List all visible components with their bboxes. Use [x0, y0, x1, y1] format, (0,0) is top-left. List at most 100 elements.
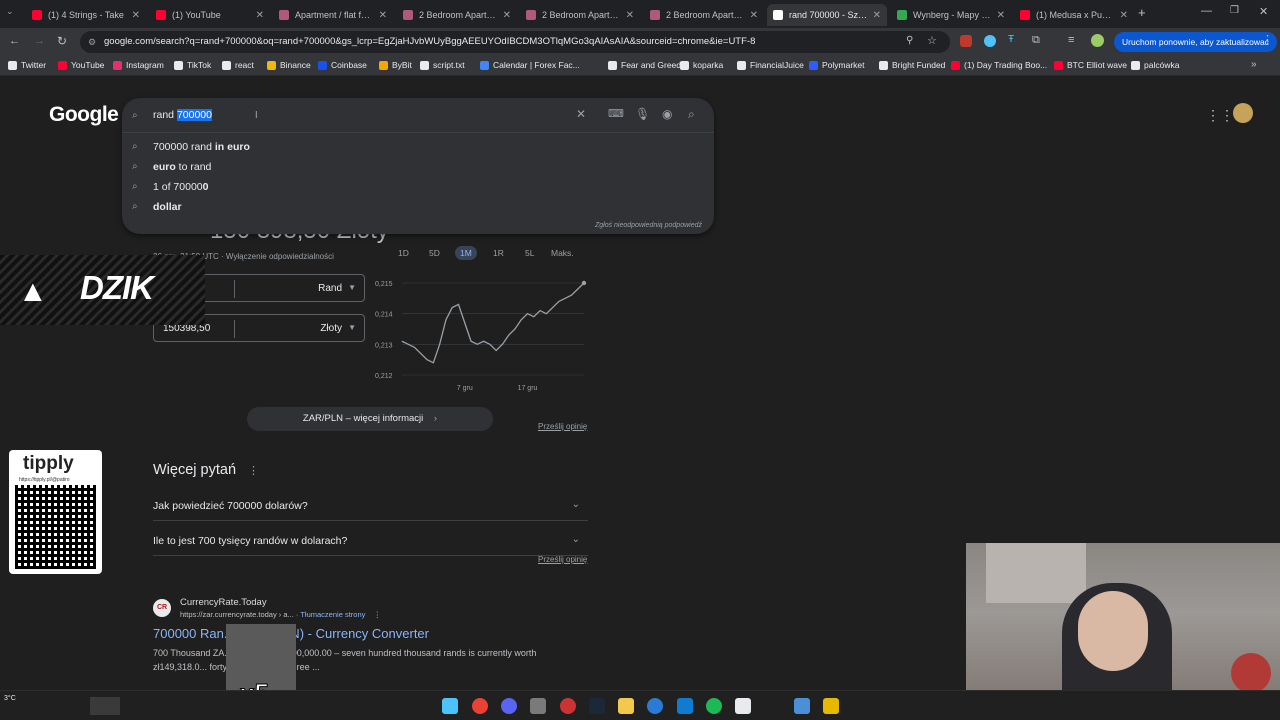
menu-dots-icon[interactable]: ⋮ — [1262, 33, 1273, 46]
profile-avatar[interactable] — [1091, 34, 1104, 47]
bookmark-item[interactable]: YouTube — [58, 60, 104, 70]
feedback-link[interactable]: Prześlij opinię — [538, 555, 587, 564]
browser-tab[interactable]: (1) Medusa x Pudzian ✕ — [1014, 4, 1134, 26]
report-suggestion-link[interactable]: Zgłoś nieodpowiednią podpowiedź — [595, 222, 702, 229]
location-icon[interactable]: ⚲ — [906, 35, 913, 46]
bookmark-item[interactable]: BTC Elliot wave — [1054, 60, 1127, 70]
browser-tab[interactable]: (1) 4 Strings - Take ✕ — [26, 4, 146, 26]
bookmark-star-icon[interactable]: ☆ — [927, 34, 937, 47]
feedback-link[interactable]: Prześlij opinię — [538, 422, 587, 431]
dropdown-arrow-icon[interactable]: ▼ — [348, 323, 356, 332]
more-options-icon[interactable]: ⋮ — [248, 465, 259, 477]
range-tab[interactable]: 1M — [455, 246, 477, 260]
site-info-icon[interactable]: ⚙ — [88, 31, 96, 53]
bookmark-item[interactable]: ByBit — [379, 60, 412, 70]
apps-grid-icon[interactable]: ⋮⋮ — [1206, 107, 1234, 124]
paa-question[interactable]: Ile to jest 700 tysięcy randów w dolarac… — [153, 522, 588, 556]
dropdown-arrow-icon[interactable]: ▼ — [348, 283, 356, 292]
chevron-down-icon[interactable]: ⌄ — [572, 534, 580, 545]
range-tab[interactable]: Maks. — [546, 246, 579, 260]
extension-icon[interactable] — [960, 35, 972, 47]
forward-icon[interactable]: → — [34, 35, 45, 47]
discord-taskbar-icon[interactable] — [501, 698, 517, 714]
exchange-rate-chart[interactable]: 0,215 0,214 0,213 0,212 7 gru 17 gru — [372, 273, 592, 393]
close-tab-icon[interactable]: ✕ — [873, 10, 881, 21]
browser-tab[interactable]: Apartment / flat for s ✕ — [273, 4, 393, 26]
browser-tab[interactable]: (1) YouTube ✕ — [150, 4, 270, 26]
app-taskbar-icon[interactable] — [735, 698, 751, 714]
from-currency-select[interactable]: Rand — [318, 283, 342, 294]
bookmark-item[interactable]: Polymarket — [809, 60, 865, 70]
search-submit-icon[interactable]: ⌕ — [688, 107, 695, 122]
browser-tab[interactable]: 2 Bedroom Apartme ✕ — [520, 4, 640, 26]
extension-icon[interactable] — [984, 35, 996, 47]
steam-taskbar-icon[interactable] — [589, 698, 605, 714]
chrome-taskbar-icon[interactable] — [472, 698, 488, 714]
close-tab-icon[interactable]: ✕ — [503, 10, 511, 21]
search-box[interactable]: ⌕ rand 700000 I ✕ ⌨ 🎙 ◉ ⌕ ⌕ 700000 rand i… — [122, 98, 714, 234]
bookmark-item[interactable]: Twitter — [8, 60, 46, 70]
weather-widget[interactable]: 3°C — [4, 695, 16, 702]
app-taskbar-icon[interactable] — [560, 698, 576, 714]
extension-icon[interactable]: Ŧ — [1008, 34, 1014, 45]
search-suggestion[interactable]: 700000 rand in euro — [153, 141, 250, 153]
app-taskbar-icon[interactable] — [823, 698, 839, 714]
more-bookmarks-icon[interactable]: » — [1251, 59, 1257, 70]
spotify-taskbar-icon[interactable] — [706, 698, 722, 714]
bookmark-item[interactable]: script.txt — [420, 60, 465, 70]
search-input[interactable]: rand 700000 I — [153, 109, 258, 121]
bookmark-item[interactable]: TikTok — [174, 60, 211, 70]
close-tab-icon[interactable]: ✕ — [132, 10, 140, 21]
range-tab[interactable]: 5L — [520, 246, 539, 260]
to-currency-select[interactable]: Złoty — [320, 323, 342, 334]
bookmark-item[interactable]: Bright Funded — [879, 60, 945, 70]
file-explorer-icon[interactable] — [618, 698, 634, 714]
browser-tab[interactable]: 2 Bedroom Apartme ✕ — [644, 4, 764, 26]
close-tab-icon[interactable]: ✕ — [1120, 10, 1128, 21]
translate-link[interactable]: Tłumaczenie strony — [300, 610, 365, 619]
start-icon[interactable] — [442, 698, 458, 714]
close-tab-icon[interactable]: ✕ — [750, 10, 758, 21]
result-site-name[interactable]: CurrencyRate.Today — [180, 597, 267, 608]
paa-question[interactable]: Jak powiedzieć 700000 dolarów? ⌄ — [153, 487, 588, 521]
bookmark-item[interactable]: Binance — [267, 60, 311, 70]
microphone-icon[interactable]: 🎙 — [635, 107, 650, 121]
bookmark-item[interactable]: Calendar | Forex Fac... — [480, 60, 580, 70]
browser-tab[interactable]: Wynberg - Mapy Go ✕ — [891, 4, 1011, 26]
account-avatar[interactable] — [1233, 103, 1253, 123]
clear-icon[interactable]: ✕ — [576, 107, 586, 121]
tab-search-icon[interactable]: ⌄ — [6, 6, 14, 17]
range-tab[interactable]: 5D — [424, 246, 445, 260]
bookmark-item[interactable]: FinancialJuice — [737, 60, 804, 70]
extensions-puzzle-icon[interactable]: ⧉ — [1032, 34, 1040, 47]
new-tab-button[interactable]: + — [1138, 5, 1146, 20]
app-taskbar-icon[interactable] — [530, 698, 546, 714]
search-suggestion[interactable]: dollar — [153, 201, 182, 213]
close-tab-icon[interactable]: ✕ — [256, 10, 264, 21]
lens-icon[interactable]: ◉ — [662, 107, 672, 121]
close-tab-icon[interactable]: ✕ — [626, 10, 634, 21]
close-tab-icon[interactable]: ✕ — [379, 10, 387, 21]
browser-tab[interactable]: rand 700000 - Szukaj ✕ — [767, 4, 887, 26]
bookmark-item[interactable]: (1) Day Trading Boo... — [951, 60, 1047, 70]
reading-list-icon[interactable]: ≡ — [1068, 34, 1074, 46]
close-window-button[interactable]: ✕ — [1259, 5, 1268, 18]
update-chrome-button[interactable]: Uruchom ponownie, aby zaktualizować — [1114, 32, 1277, 52]
bookmark-item[interactable]: Fear and Greed — [608, 60, 681, 70]
restore-button[interactable]: ❐ — [1230, 5, 1239, 16]
more-info-button[interactable]: ZAR/PLN – więcej informacji › — [247, 407, 493, 431]
bookmark-item[interactable]: react — [222, 60, 254, 70]
search-suggestion[interactable]: 1 of 700000 — [153, 181, 208, 193]
minimize-button[interactable]: — — [1201, 5, 1212, 17]
reload-icon[interactable]: ↻ — [57, 34, 67, 48]
bookmark-item[interactable]: Instagram — [113, 60, 164, 70]
app-taskbar-icon[interactable] — [677, 698, 693, 714]
google-logo[interactable]: Google — [49, 103, 119, 127]
app-taskbar-icon[interactable] — [647, 698, 663, 714]
chevron-down-icon[interactable]: ⌄ — [572, 499, 580, 510]
range-tab[interactable]: 1R — [488, 246, 509, 260]
close-tab-icon[interactable]: ✕ — [997, 10, 1005, 21]
bookmark-item[interactable]: palcówka — [1131, 60, 1179, 70]
address-bar[interactable]: ⚙ google.com/search?q=rand+700000&oq=ran… — [80, 31, 950, 53]
search-suggestion[interactable]: euro to rand — [153, 161, 211, 173]
